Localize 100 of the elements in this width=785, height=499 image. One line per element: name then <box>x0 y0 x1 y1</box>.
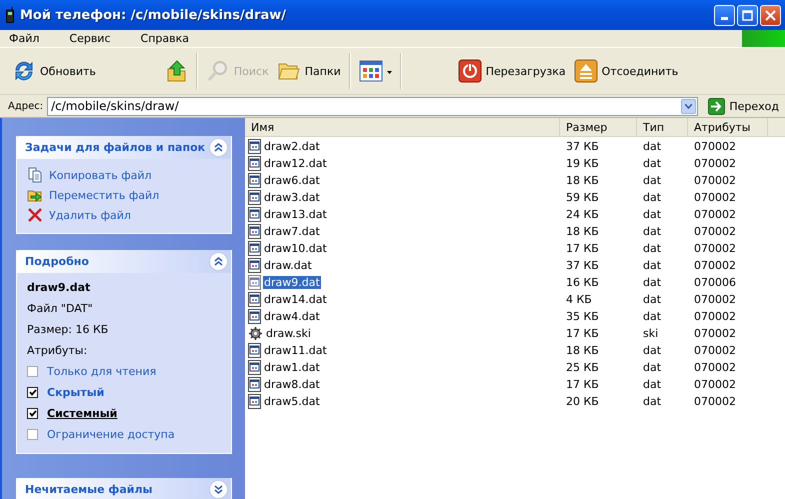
maximize-button[interactable] <box>737 4 758 26</box>
column-header[interactable]: Размер <box>560 118 637 137</box>
address-field[interactable]: /c/mobile/skins/draw/ <box>47 96 698 116</box>
file-type: Файл "DAT" <box>27 302 94 315</box>
checkbox[interactable] <box>27 429 38 440</box>
window-title: Мой телефон: /c/mobile/skins/draw/ <box>20 8 288 22</box>
attributes-cell-text: 070002 <box>693 173 737 189</box>
dropdown-button[interactable] <box>681 98 696 114</box>
column-header[interactable]: Атрибуты <box>688 118 768 137</box>
file-icon <box>248 360 261 375</box>
search-icon <box>206 59 230 83</box>
column-header[interactable]: Тип <box>637 118 688 137</box>
maximize-icon <box>742 10 753 20</box>
size-cell-text: 18 КБ <box>565 224 600 240</box>
file-name-cell[interactable]: draw13.dat <box>263 208 328 221</box>
file-name-cell[interactable]: draw12.dat <box>263 157 328 170</box>
attributes-cell-text: 070002 <box>693 394 737 410</box>
minimize-button[interactable] <box>714 4 735 26</box>
menu-item[interactable]: Сервис <box>60 32 120 45</box>
type-cell-text: dat <box>642 309 662 325</box>
attributes-cell-text: 070006 <box>693 275 737 291</box>
menu-item[interactable]: Справка <box>132 32 198 45</box>
size-cell-text: 19 КБ <box>565 156 600 172</box>
task-link[interactable]: Переместить файл <box>49 188 160 202</box>
file-icon <box>248 343 261 358</box>
file-name-cell[interactable]: draw9.dat <box>263 276 321 289</box>
type-cell-text: ski <box>642 326 660 342</box>
file-name-cell[interactable]: draw.ski <box>265 327 312 340</box>
eject-button[interactable]: Отсоединить <box>570 56 682 86</box>
checkbox[interactable] <box>27 387 38 398</box>
attribute-label[interactable]: Скрытый <box>47 386 104 399</box>
view-grid-icon <box>358 60 383 82</box>
file-icon <box>248 207 261 222</box>
chevron-up-icon <box>214 257 223 266</box>
file-name-cell[interactable]: draw14.dat <box>263 293 328 306</box>
file-name-cell[interactable]: draw1.dat <box>263 361 321 374</box>
reboot-button[interactable]: Перезагрузка <box>454 56 570 86</box>
size-cell-text: 37 КБ <box>565 139 600 155</box>
attributes-cell-text: 070002 <box>693 326 737 342</box>
file-name-cell[interactable]: draw10.dat <box>263 242 328 255</box>
chevron-down-icon <box>685 104 692 108</box>
file-icon <box>248 292 261 307</box>
go-button[interactable]: Переход <box>702 98 779 114</box>
checkbox[interactable] <box>27 408 38 419</box>
file-icon <box>248 241 261 256</box>
panel-title: Подробно <box>25 255 90 268</box>
file-name: draw9.dat <box>27 281 92 294</box>
chevron-up-icon <box>214 143 223 152</box>
type-cell-text: dat <box>642 360 662 376</box>
file-name-cell[interactable]: draw2.dat <box>263 140 321 153</box>
file-icon <box>248 275 261 290</box>
throbber-logo <box>742 30 785 47</box>
size-cell-text: 35 КБ <box>565 309 600 325</box>
close-icon <box>765 10 776 20</box>
arrow-right-icon <box>708 98 726 114</box>
refresh-button[interactable]: Обновить <box>8 56 100 86</box>
collapse-button[interactable] <box>209 138 228 157</box>
attributes-cell-text: 070002 <box>693 292 737 308</box>
file-name-cell[interactable]: draw.dat <box>263 259 313 272</box>
task-link[interactable]: Удалить файл <box>49 208 131 222</box>
collapse-button[interactable] <box>209 252 228 271</box>
folders-button[interactable]: Папки <box>272 57 345 85</box>
expand-button[interactable] <box>209 480 228 499</box>
menu-item[interactable]: Файл <box>0 32 48 45</box>
file-name-cell[interactable]: draw4.dat <box>263 310 321 323</box>
type-cell-text: dat <box>642 173 662 189</box>
file-name-cell[interactable]: draw8.dat <box>263 378 321 391</box>
type-cell-text: dat <box>642 258 662 274</box>
attribute-label[interactable]: Только для чтения <box>47 365 156 378</box>
column-header[interactable]: Имя <box>245 118 560 137</box>
file-icon <box>248 156 261 171</box>
chevron-down-icon <box>214 485 223 494</box>
file-icon <box>248 309 261 324</box>
attributes-cell-text: 070002 <box>693 190 737 206</box>
file-name-cell[interactable]: draw5.dat <box>263 395 321 408</box>
type-cell-text: dat <box>642 241 662 257</box>
type-cell-text: dat <box>642 190 662 206</box>
attributes-cell-text: 070002 <box>693 224 737 240</box>
type-cell-text: dat <box>642 275 662 291</box>
type-cell-text: dat <box>642 224 662 240</box>
size-cell-text: 20 КБ <box>565 394 600 410</box>
file-name-cell[interactable]: draw11.dat <box>263 344 328 357</box>
power-icon <box>458 59 482 83</box>
file-icon <box>248 394 261 409</box>
caret-icon <box>386 70 392 74</box>
file-name-cell[interactable]: draw3.dat <box>263 191 321 204</box>
attributes-cell-text: 070002 <box>693 360 737 376</box>
attribute-label[interactable]: Ограничение доступа <box>47 428 175 441</box>
file-icon <box>248 377 261 392</box>
attribute-label[interactable]: Системный <box>47 407 118 420</box>
close-button[interactable] <box>760 4 781 26</box>
file-name-cell[interactable]: draw6.dat <box>263 174 321 187</box>
task-link[interactable]: Копировать файл <box>49 168 152 182</box>
size-cell-text: 4 КБ <box>565 292 593 308</box>
copy-icon <box>27 167 43 183</box>
type-cell-text: dat <box>642 292 662 308</box>
checkbox[interactable] <box>27 366 38 377</box>
attributes-cell-text: 070002 <box>693 139 737 155</box>
type-cell-text: dat <box>642 394 662 410</box>
file-name-cell[interactable]: draw7.dat <box>263 225 321 238</box>
